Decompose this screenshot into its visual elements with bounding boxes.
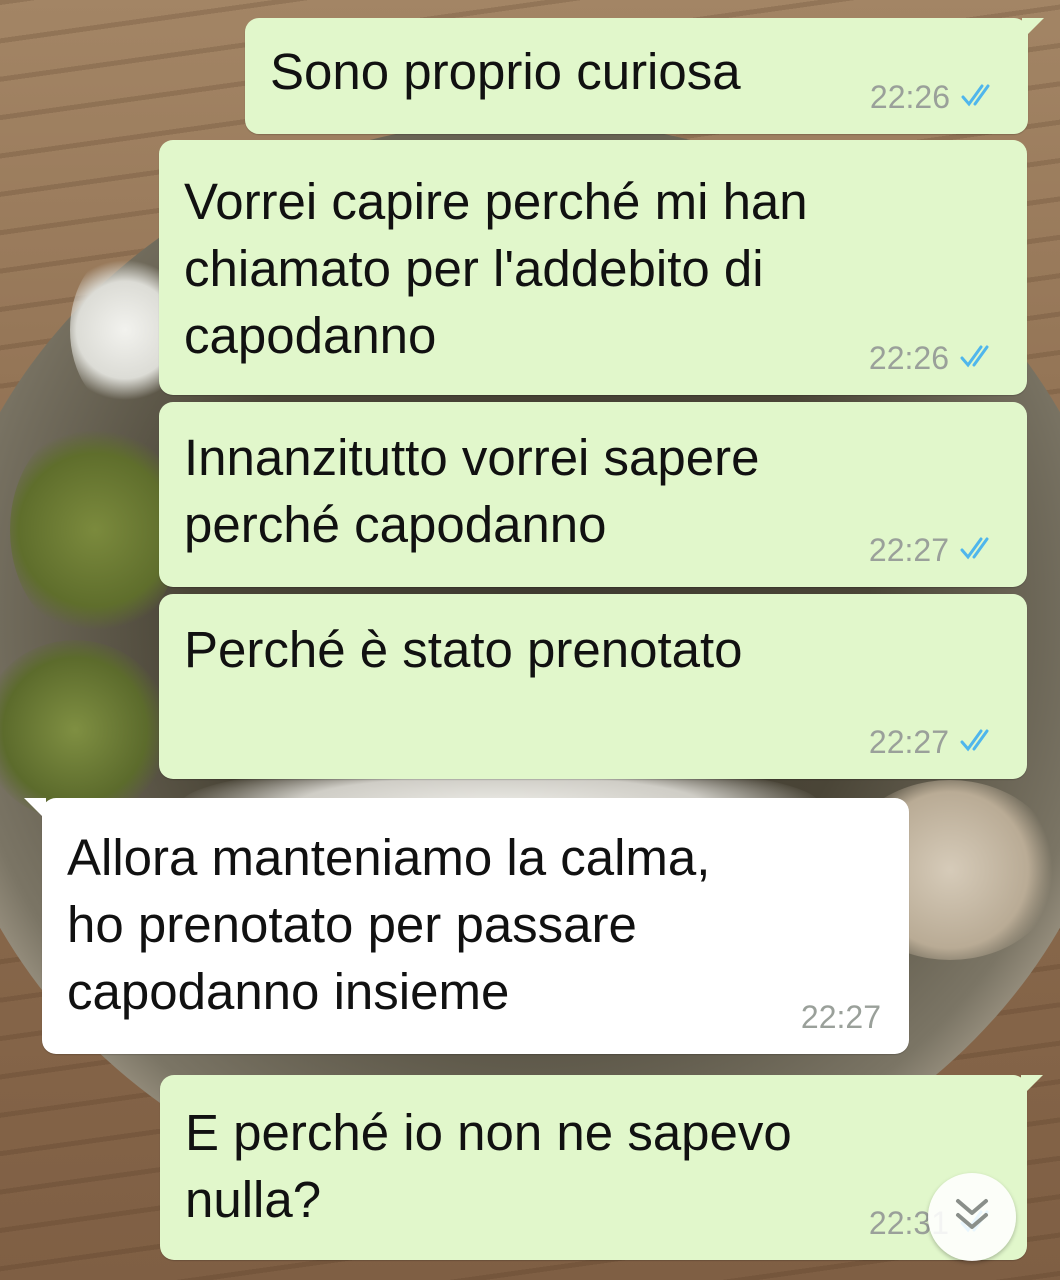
message-time: 22:27 bbox=[800, 999, 881, 1035]
scroll-to-bottom-button[interactable] bbox=[928, 1173, 1016, 1261]
message-meta: 22:27 bbox=[869, 724, 999, 761]
bubble-tail bbox=[1022, 18, 1044, 40]
message-meta: 22:27 bbox=[801, 999, 881, 1036]
bubble-tail bbox=[24, 798, 46, 820]
message-meta: 22:26 bbox=[869, 340, 999, 377]
wallpaper-detail bbox=[10, 420, 180, 640]
message-bubble-outgoing[interactable]: Vorrei capire perché mi han chiamato per… bbox=[159, 140, 1027, 395]
message-bubble-incoming[interactable]: Allora manteniamo la calma, ho prenotato… bbox=[24, 798, 909, 1054]
message-time: 22:27 bbox=[868, 724, 949, 760]
message-bubble-outgoing[interactable]: Perché è stato prenotato 22:27 bbox=[159, 594, 1027, 779]
message-text: E perché io non ne sapevo nulla? bbox=[185, 1104, 792, 1228]
message-text: Allora manteniamo la calma, ho prenotato… bbox=[67, 829, 711, 1020]
message-bubble-outgoing[interactable]: Innanzitutto vorrei sapere perché capoda… bbox=[159, 402, 1027, 587]
message-time: 22:27 bbox=[868, 532, 949, 568]
bubble-tail bbox=[1021, 1075, 1043, 1097]
message-bubble-outgoing[interactable]: E perché io non ne sapevo nulla? 22:31 bbox=[160, 1075, 1043, 1260]
message-meta: 22:26 bbox=[870, 79, 1000, 116]
double-check-icon bbox=[959, 724, 999, 761]
message-text: Perché è stato prenotato bbox=[184, 621, 743, 678]
double-check-icon bbox=[960, 79, 1000, 116]
double-check-icon bbox=[959, 340, 999, 377]
message-text: Vorrei capire perché mi han chiamato per… bbox=[184, 173, 808, 364]
double-chevron-down-icon bbox=[950, 1195, 994, 1240]
message-time: 22:26 bbox=[868, 340, 949, 376]
chat-screen: Sono proprio curiosa 22:26 Vorrei capire… bbox=[0, 0, 1060, 1280]
message-text: Innanzitutto vorrei sapere perché capoda… bbox=[184, 429, 760, 553]
message-text: Sono proprio curiosa bbox=[270, 43, 741, 100]
message-bubble-outgoing[interactable]: Sono proprio curiosa 22:26 bbox=[245, 18, 1044, 134]
message-time: 22:26 bbox=[869, 79, 950, 115]
message-meta: 22:27 bbox=[869, 532, 999, 569]
double-check-icon bbox=[959, 532, 999, 569]
